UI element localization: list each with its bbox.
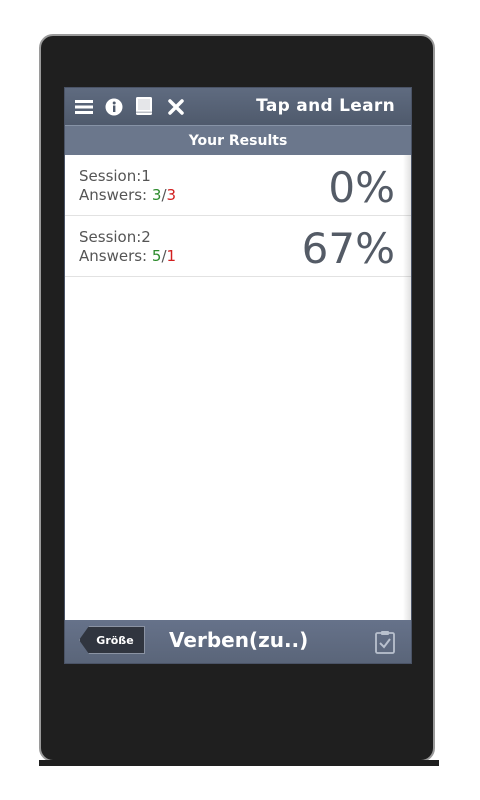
- list-item[interactable]: Session:1 Answers: 3/3 0%: [65, 155, 411, 216]
- bottom-bar: Größe Verben(zu..): [65, 620, 411, 663]
- results-list: Session:1 Answers: 3/3 0% Session:2 Answ…: [65, 155, 411, 277]
- answers-label: Answers: 3/3: [79, 186, 176, 204]
- results-header: Your Results: [65, 125, 411, 155]
- app-screen: Tap and Learn Your Results Session:1 Ans…: [64, 87, 412, 664]
- answers-text: Answers:: [79, 247, 148, 265]
- menu-icon[interactable]: [75, 98, 93, 116]
- scroll-shadow: [403, 155, 411, 620]
- app-title: Tap and Learn: [256, 96, 395, 116]
- device-frame-bottom: [39, 760, 439, 766]
- clipboard-check-icon[interactable]: [375, 630, 395, 654]
- session-label: Session:1: [79, 167, 151, 185]
- close-icon[interactable]: [167, 98, 185, 116]
- session-label: Session:2: [79, 228, 151, 246]
- percent-score: 0%: [328, 163, 395, 212]
- info-icon[interactable]: [105, 98, 123, 116]
- deck-title: Verben(zu..): [169, 628, 309, 652]
- percent-score: 67%: [301, 224, 395, 273]
- list-item[interactable]: Session:2 Answers: 5/1 67%: [65, 216, 411, 277]
- answers-label: Answers: 5/1: [79, 247, 176, 265]
- wrong-count: 1: [166, 247, 177, 265]
- answers-text: Answers:: [79, 186, 148, 204]
- back-button[interactable]: Größe: [79, 626, 145, 654]
- book-icon[interactable]: [135, 97, 153, 115]
- top-bar: Tap and Learn: [65, 88, 411, 125]
- wrong-count: 3: [166, 186, 177, 204]
